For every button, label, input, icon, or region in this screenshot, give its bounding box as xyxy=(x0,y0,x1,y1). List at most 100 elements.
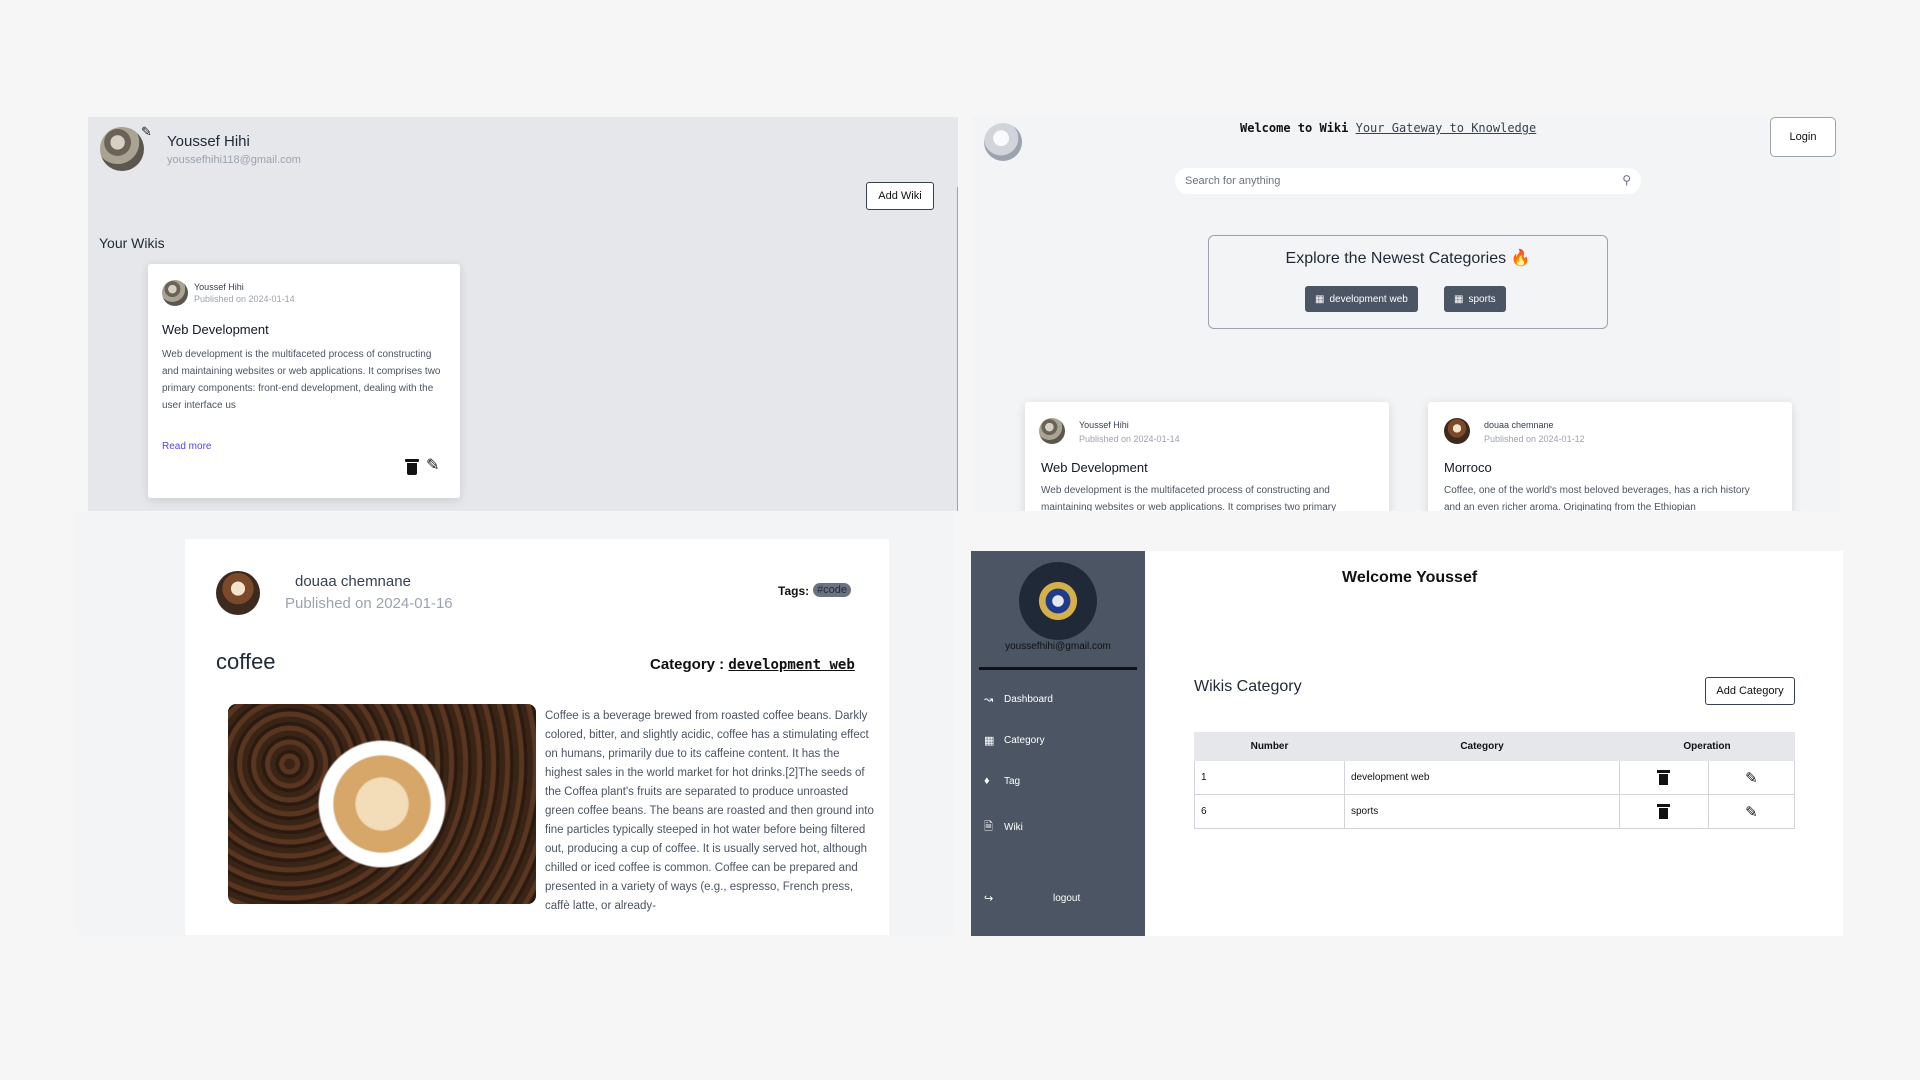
column-header: Number xyxy=(1194,732,1345,761)
table-header-row: Number Category Operation xyxy=(1194,732,1795,761)
row-category: development web xyxy=(1344,760,1620,795)
sidebar: youssefhihi@gmail.com ↝ Dashboard ▦ Cate… xyxy=(971,551,1145,936)
column-header: Category xyxy=(1344,732,1620,761)
wiki-card[interactable]: douaa chemnane Published on 2024-01-12 M… xyxy=(1428,402,1792,511)
article-card: douaa chemnane Published on 2024-01-16 T… xyxy=(185,539,889,935)
trash-icon[interactable] xyxy=(1657,770,1671,785)
delete-cell xyxy=(1619,760,1709,795)
trash-icon[interactable] xyxy=(405,459,419,475)
card-excerpt: Web development is the multifaceted proc… xyxy=(1041,485,1337,511)
article-date: Published on 2024-01-16 xyxy=(285,595,453,612)
logout-icon: ↪ xyxy=(984,893,994,905)
category-label: Category : xyxy=(650,656,725,673)
sidebar-item-label: Dashboard xyxy=(1004,694,1053,705)
welcome-text: Welcome to Wiki xyxy=(1240,121,1349,135)
login-button[interactable]: Login xyxy=(1770,117,1836,157)
article-body: Coffee is a beverage brewed from roasted… xyxy=(545,710,874,912)
search-placeholder: Search for anything xyxy=(1185,175,1281,187)
tags-label: Tags: xyxy=(778,584,810,598)
category-link[interactable]: development web xyxy=(728,657,854,673)
your-wikis-heading: Your Wikis xyxy=(99,235,165,251)
wiki-logo[interactable] xyxy=(984,123,1022,161)
article-title: coffee xyxy=(216,649,276,674)
profile-avatar xyxy=(100,127,144,171)
category-pill-label: development web xyxy=(1329,293,1408,305)
read-more-link[interactable]: Read more xyxy=(162,441,211,452)
fire-icon: 🔥 xyxy=(1510,250,1531,267)
list-icon: ▦ xyxy=(1315,293,1325,305)
category-pill[interactable]: ▦ sports xyxy=(1444,286,1506,312)
card-author: Youssef Hihi xyxy=(1079,420,1129,430)
club-logo xyxy=(1019,562,1097,640)
chart-icon: ↝ xyxy=(984,694,994,706)
author-avatar xyxy=(216,571,260,615)
explore-categories: Explore the Newest Categories 🔥 ▦ develo… xyxy=(1208,235,1608,329)
dashboard-panel: youssefhihi@gmail.com ↝ Dashboard ▦ Cate… xyxy=(971,551,1843,936)
profile-email: youssefhihi118@gmail.com xyxy=(167,154,301,166)
explore-title: Explore the Newest Categories 🔥 xyxy=(1209,248,1607,268)
file-icon: 🗎 xyxy=(984,821,993,833)
edit-cell: ✎ xyxy=(1707,760,1796,795)
article-category: Category : development web xyxy=(650,656,855,673)
card-author-avatar xyxy=(162,280,188,306)
section-title: Wikis Category xyxy=(1194,678,1302,695)
coffee-image xyxy=(228,704,536,904)
sidebar-item-label: logout xyxy=(1053,893,1081,904)
dashboard-welcome: Welcome Youssef xyxy=(1342,569,1478,586)
trash-icon[interactable] xyxy=(1657,804,1671,819)
card-author-avatar xyxy=(1039,418,1065,444)
card-date: Published on 2024-01-14 xyxy=(1079,434,1180,444)
card-date: Published on 2024-01-12 xyxy=(1484,434,1585,444)
card-excerpt: Coffee, one of the world's most beloved … xyxy=(1444,485,1750,511)
add-wiki-button[interactable]: Add Wiki xyxy=(866,182,934,210)
wiki-card: Youssef Hihi Published on 2024-01-14 Web… xyxy=(148,264,460,498)
search-input[interactable]: Search for anything ⚲ xyxy=(1175,168,1641,194)
card-title: Web Development xyxy=(162,322,269,337)
card-author: douaa chemnane xyxy=(1484,420,1554,430)
card-date: Published on 2024-01-14 xyxy=(194,294,295,304)
grid-icon: ▦ xyxy=(984,735,995,747)
welcome-banner: Welcome to Wiki Your Gateway to Knowledg… xyxy=(1240,121,1536,135)
tag-icon: ♦ xyxy=(984,775,990,787)
sidebar-item-label: Category xyxy=(1004,735,1045,746)
table-row: 1 development web ✎ xyxy=(1194,760,1796,795)
sidebar-item-tag[interactable]: ♦ Tag xyxy=(984,775,1020,787)
sidebar-email: youssefhihi@gmail.com xyxy=(1005,641,1111,652)
card-title: Web Development xyxy=(1041,460,1148,475)
home-panel: Welcome to Wiki Your Gateway to Knowledg… xyxy=(972,117,1840,511)
tag-badge[interactable]: #code xyxy=(813,583,851,597)
welcome-link[interactable]: Your Gateway to Knowledge xyxy=(1356,121,1537,135)
profile-name: Youssef Hihi xyxy=(167,133,250,150)
profile-panel: ✎ Youssef Hihi youssefhihi118@gmail.com … xyxy=(88,117,958,511)
category-table: Number Category Operation 1 development … xyxy=(1194,732,1796,829)
card-title: Morroco xyxy=(1444,460,1492,475)
row-number: 1 xyxy=(1194,760,1345,795)
table-row: 6 sports ✎ xyxy=(1194,794,1796,829)
sidebar-divider xyxy=(979,667,1137,670)
list-icon: ▦ xyxy=(1454,293,1464,305)
category-pill-label: sports xyxy=(1468,293,1496,305)
delete-cell xyxy=(1619,794,1709,829)
row-number: 6 xyxy=(1194,794,1345,829)
card-excerpt: Web development is the multifaceted proc… xyxy=(162,349,441,411)
row-category: sports xyxy=(1344,794,1620,829)
card-author: Youssef Hihi xyxy=(194,282,244,292)
wiki-card[interactable]: Youssef Hihi Published on 2024-01-14 Web… xyxy=(1025,402,1389,511)
sidebar-item-label: Wiki xyxy=(1004,822,1023,833)
edit-icon[interactable]: ✎ xyxy=(1745,770,1758,787)
sidebar-item-category[interactable]: ▦ Category xyxy=(984,734,1045,747)
edit-icon[interactable]: ✎ xyxy=(426,458,439,474)
sidebar-item-wiki[interactable]: 🗎 Wiki xyxy=(984,818,1023,837)
explore-title-text: Explore the Newest Categories xyxy=(1285,250,1507,267)
article-author: douaa chemnane xyxy=(295,573,411,590)
category-pill[interactable]: ▦ development web xyxy=(1305,286,1418,312)
panel-divider xyxy=(957,187,958,511)
add-category-button[interactable]: Add Category xyxy=(1705,677,1795,705)
card-author-avatar xyxy=(1444,418,1470,444)
search-icon[interactable]: ⚲ xyxy=(1622,173,1631,187)
edit-icon[interactable]: ✎ xyxy=(1745,804,1758,821)
sidebar-item-dashboard[interactable]: ↝ Dashboard xyxy=(984,693,1053,706)
column-header: Operation xyxy=(1619,732,1795,761)
sidebar-item-logout[interactable]: ↪ logout xyxy=(984,892,1080,905)
edit-profile-icon[interactable]: ✎ xyxy=(141,124,152,140)
